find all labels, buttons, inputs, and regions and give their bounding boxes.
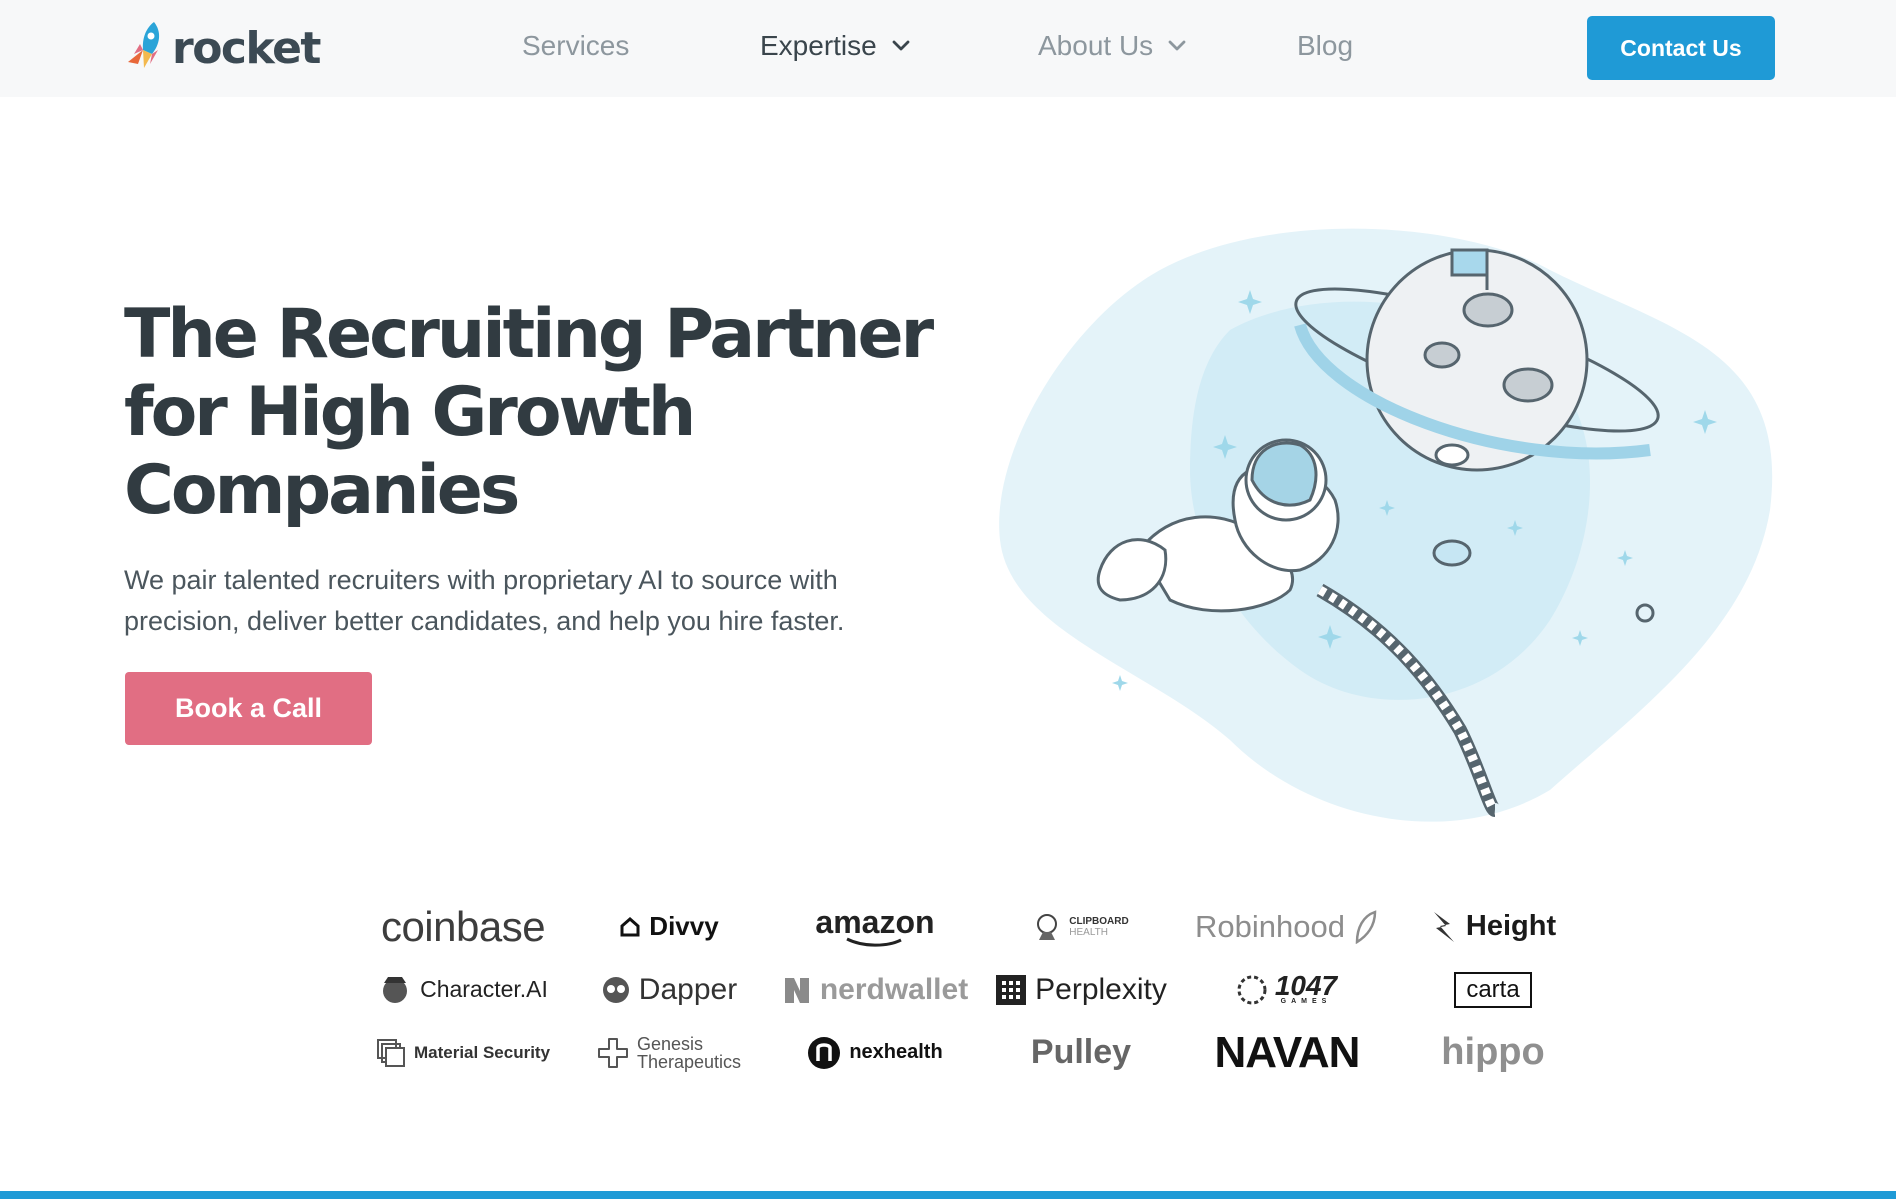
client-logos: coinbase Divvy amazon CLIPBOARD HEALTH R… [360, 895, 1570, 1084]
client-logo-nerdwallet: nerdwallet [772, 958, 978, 1021]
house-icon [620, 916, 640, 936]
client-logo-1047-games: 1047 GAMES [1184, 958, 1390, 1021]
material-stack-icon [376, 1038, 405, 1067]
client-logo-divvy: Divvy [566, 895, 772, 958]
client-name: amazon [815, 903, 935, 940]
rocket-logo-icon [128, 22, 160, 68]
client-name: Pulley [1030, 1033, 1132, 1071]
nerdwallet-n-icon [784, 977, 809, 1003]
client-logo-carta: carta [1390, 958, 1596, 1021]
client-subname: HEALTH [1069, 926, 1108, 938]
client-logo-perplexity: Perplexity [978, 958, 1184, 1021]
client-logo-character-ai: Character.AI [360, 958, 566, 1021]
client-logo-clipboard-health: CLIPBOARD HEALTH [978, 895, 1184, 958]
nav-about-us[interactable]: About Us [1038, 30, 1187, 62]
character-ai-mascot-icon [383, 976, 408, 1003]
nav-about-us-label: About Us [1038, 30, 1154, 61]
clipboard-mascot-icon [1037, 913, 1058, 940]
client-name: CLIPBOARD [1069, 915, 1129, 927]
client-name: Divvy [649, 911, 719, 941]
client-name: nerdwallet [819, 972, 969, 1006]
contact-us-button[interactable]: Contact Us [1587, 16, 1775, 80]
perplexity-grid-icon [996, 974, 1027, 1005]
client-name: Material Security [413, 1042, 551, 1062]
1047-globe-icon [1237, 975, 1267, 1004]
rocket-logo[interactable]: rocket [124, 20, 321, 76]
nav-services-label: Services [522, 30, 630, 61]
feather-icon [1355, 909, 1377, 944]
client-name: Therapeutics [636, 1051, 742, 1072]
height-bolt-icon [1433, 911, 1454, 942]
nav-blog[interactable]: Blog [1297, 30, 1353, 62]
client-name: Character.AI [420, 976, 548, 1002]
client-logo-robinhood: Robinhood [1184, 895, 1390, 958]
client-name: Dapper [638, 972, 738, 1006]
client-name: nexhealth [849, 1041, 943, 1063]
client-logo-genesis-therapeutics: Genesis Therapeutics [566, 1021, 772, 1084]
top-nav: rocket Services Expertise About Us Blog … [0, 0, 1896, 97]
chevron-down-icon [1168, 40, 1186, 51]
hero-title-line: Companies [124, 451, 520, 530]
dapper-face-icon [602, 976, 629, 1003]
client-logo-amazon: amazon [772, 895, 978, 958]
hero-title-line: The Recruiting Partner [124, 295, 934, 374]
client-logo-pulley: Pulley [978, 1021, 1184, 1084]
nav-expertise[interactable]: Expertise [760, 30, 911, 62]
nav-services[interactable]: Services [522, 30, 629, 62]
client-name: hippo [1441, 1031, 1545, 1073]
client-logo-height: Height [1390, 895, 1596, 958]
book-a-call-button[interactable]: Book a Call [125, 672, 372, 745]
nexhealth-n-icon [808, 1036, 841, 1069]
amazon-smile-icon [846, 937, 902, 947]
nav-expertise-label: Expertise [760, 30, 877, 61]
client-name: carta [1454, 971, 1532, 1008]
client-logo-dapper: Dapper [566, 958, 772, 1021]
astronaut-illustration [999, 228, 1773, 822]
nav-blog-label: Blog [1297, 30, 1354, 61]
client-name: Height [1465, 910, 1557, 942]
client-name: 1047 [1274, 969, 1338, 1001]
client-name: coinbase [380, 902, 546, 950]
client-subname: GAMES [1280, 997, 1332, 1005]
hero-title: The Recruiting Partner for High Growth C… [124, 296, 984, 530]
client-name: Genesis [636, 1033, 704, 1054]
client-name: NAVAN [1214, 1027, 1361, 1077]
hero-title-line: for High Growth [124, 373, 696, 452]
client-name: Robinhood [1195, 908, 1345, 944]
genesis-cross-icon [597, 1037, 628, 1068]
hero-subtitle: We pair talented recruiters with proprie… [124, 565, 845, 636]
client-name: Perplexity [1035, 972, 1167, 1006]
client-logo-coinbase: coinbase [360, 895, 566, 958]
chevron-down-icon [892, 40, 910, 51]
client-logo-nexhealth: nexhealth [772, 1021, 978, 1084]
bottom-accent-bar [0, 1191, 1896, 1199]
client-logo-hippo: hippo [1390, 1021, 1596, 1084]
client-logo-material-security: Material Security [360, 1021, 566, 1084]
logo-text: rocket [172, 22, 321, 74]
client-logo-navan: NAVAN [1184, 1021, 1390, 1084]
